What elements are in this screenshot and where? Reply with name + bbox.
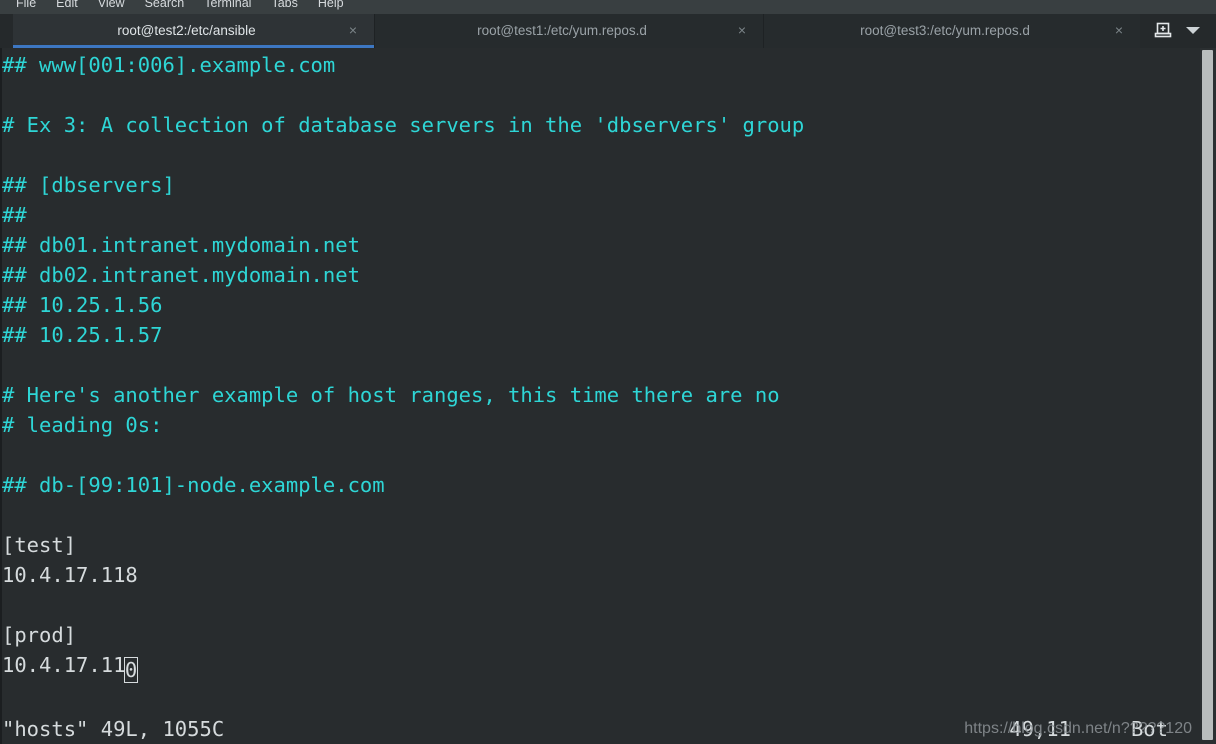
text-cursor: 0 xyxy=(123,657,139,683)
close-icon[interactable]: × xyxy=(1112,23,1126,37)
status-scroll-indicator: Bot xyxy=(1130,717,1168,741)
menu-item-tabs[interactable]: Tabs xyxy=(261,0,307,14)
terminal-line: [test] xyxy=(2,530,1188,560)
scrollbar-thumb[interactable] xyxy=(1202,50,1213,740)
status-cursor-position: 49,11 xyxy=(1009,717,1071,741)
menu-item-view[interactable]: View xyxy=(88,0,135,14)
tab-root-test2-ansible[interactable]: root@test2:/etc/ansible × xyxy=(13,12,374,48)
terminal-line-text: ## 10.25.1.56 xyxy=(2,293,163,317)
terminal-line-text: ## db-[99:101]-node.example.com xyxy=(2,473,385,497)
tab-root-test1-yum-repos[interactable]: root@test1:/etc/yum.repos.d × xyxy=(375,12,763,48)
terminal-line-text: ## db01.intranet.mydomain.net xyxy=(2,233,360,257)
tab-bar-actions xyxy=(1140,12,1216,48)
terminal-line: ## 10.25.1.57 xyxy=(2,320,1188,350)
terminal-line: # Ex 3: A collection of database servers… xyxy=(2,110,1188,140)
terminal-line: # Here's another example of host ranges,… xyxy=(2,380,1188,410)
tab-title: root@test3:/etc/yum.repos.d xyxy=(860,22,1030,38)
close-icon[interactable]: × xyxy=(346,23,360,37)
status-file-info: "hosts" 49L, 1055C xyxy=(2,717,225,741)
menu-bar: File Edit View Search Terminal Tabs Help xyxy=(0,0,1216,14)
menu-item-file[interactable]: File xyxy=(6,0,46,14)
tab-root-test3-yum-repos[interactable]: root@test3:/etc/yum.repos.d × xyxy=(764,12,1140,48)
terminal-line-text: ## [dbservers] xyxy=(2,173,175,197)
terminal-line-text: ## xyxy=(2,203,27,227)
terminal-line-text: [prod] xyxy=(2,623,77,647)
terminal-line: 10.4.17.118 xyxy=(2,560,1188,590)
tab-title: root@test1:/etc/yum.repos.d xyxy=(477,22,647,38)
active-tab-indicator xyxy=(13,45,374,48)
scrollbar[interactable] xyxy=(1200,48,1216,744)
terminal-line: ## db01.intranet.mydomain.net xyxy=(2,230,1188,260)
terminal-line: ## 10.25.1.56 xyxy=(2,290,1188,320)
terminal-line: ## xyxy=(2,200,1188,230)
tab-title: root@test2:/etc/ansible xyxy=(117,22,256,38)
terminal-line: ## db-[99:101]-node.example.com xyxy=(2,470,1188,500)
menu-item-help[interactable]: Help xyxy=(308,0,354,14)
terminal-window: File Edit View Search Terminal Tabs Help… xyxy=(0,0,1216,744)
terminal-line: [prod] xyxy=(2,620,1188,650)
menu-item-terminal[interactable]: Terminal xyxy=(194,0,261,14)
terminal-line-text: ## www[001:006].example.com xyxy=(2,53,336,77)
terminal-line-text: # Here's another example of host ranges,… xyxy=(2,383,780,407)
tab-bar: root@test2:/etc/ansible × root@test1:/et… xyxy=(0,12,1216,48)
terminal-line-text: [test] xyxy=(2,533,77,557)
menu-item-search[interactable]: Search xyxy=(135,0,195,14)
vim-status-line: "hosts" 49L, 1055C 49,11 Bot xyxy=(2,714,1188,744)
terminal-line-text: ## db02.intranet.mydomain.net xyxy=(2,263,360,287)
terminal-line-text: # Ex 3: A collection of database servers… xyxy=(2,113,805,137)
new-tab-icon[interactable] xyxy=(1154,21,1172,39)
terminal-line-text: # leading 0s: xyxy=(2,413,163,437)
close-icon[interactable]: × xyxy=(735,23,749,37)
terminal-line: # leading 0s: xyxy=(2,410,1188,440)
terminal-text-buffer: ## www[001:006].example.com # Ex 3: A col… xyxy=(2,50,1188,683)
terminal-line-text: 10.4.17.118 xyxy=(2,563,138,587)
menu-item-edit[interactable]: Edit xyxy=(46,0,88,14)
terminal-line-text: 10.4.17.11 xyxy=(2,653,126,677)
terminal-line: ## [dbservers] xyxy=(2,170,1188,200)
terminal-line: ## db02.intranet.mydomain.net xyxy=(2,260,1188,290)
terminal-line-text: ## 10.25.1.57 xyxy=(2,323,163,347)
terminal-line: ## www[001:006].example.com xyxy=(2,50,1188,80)
terminal-line: 10.4.17.110 xyxy=(2,650,1188,683)
chevron-down-icon[interactable] xyxy=(1186,26,1200,34)
terminal-content[interactable]: ## www[001:006].example.com # Ex 3: A col… xyxy=(0,48,1216,744)
tab-bar-gutter xyxy=(0,12,13,48)
